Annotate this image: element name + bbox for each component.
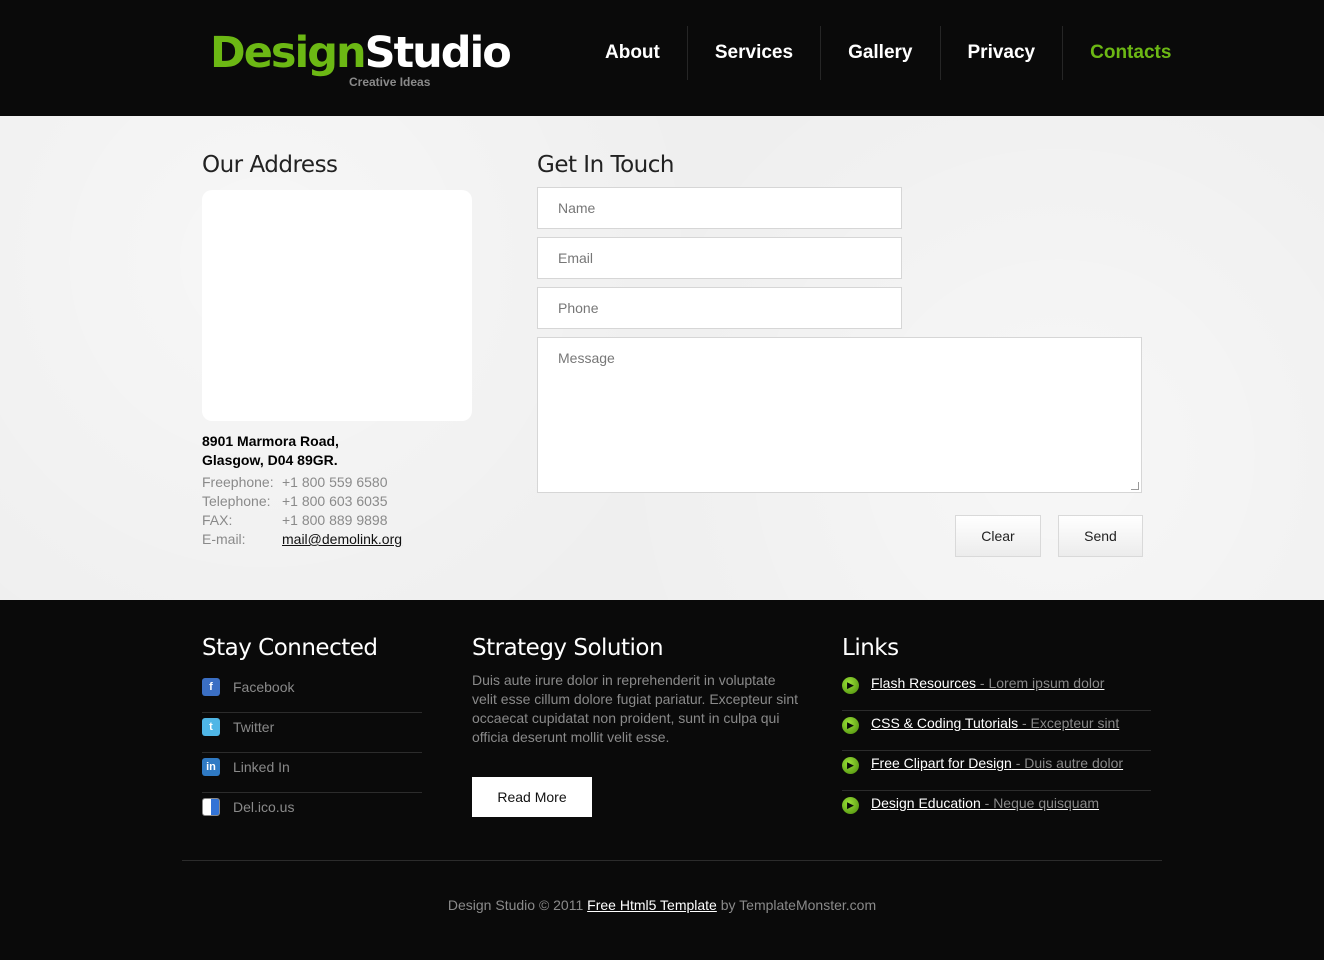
email-link[interactable]: mail@demolink.org [282, 531, 402, 547]
social-item-twitter[interactable]: t Twitter [202, 713, 422, 753]
list-item: ▶ Free Clipart for Design - Duis autre d… [842, 751, 1151, 791]
arrow-right-icon: ▶ [842, 677, 859, 694]
logo-tagline: Creative Ideas [349, 75, 431, 89]
nav-item-gallery[interactable]: Gallery [820, 26, 939, 80]
email-input[interactable]: Email [537, 237, 902, 279]
social-label: Twitter [233, 719, 275, 735]
freephone-value: +1 800 559 6580 [282, 474, 388, 490]
logo[interactable]: DesignStudio Creative Ideas [210, 28, 512, 89]
arrow-right-icon: ▶ [842, 717, 859, 734]
main-nav: About Services Gallery Privacy Contacts [578, 26, 1198, 80]
social-label: Facebook [233, 679, 295, 695]
read-more-button[interactable]: Read More [472, 777, 592, 817]
address-heading: Our Address [202, 152, 338, 178]
social-label: Linked In [233, 759, 290, 775]
social-label: Del.ico.us [233, 799, 295, 815]
logo-part-studio: Studio [364, 28, 512, 78]
arrow-right-icon: ▶ [842, 757, 859, 774]
logo-wordmark: DesignStudio [210, 28, 512, 78]
site-header: DesignStudio Creative Ideas About Servic… [0, 0, 1324, 116]
name-input[interactable]: Name [537, 187, 902, 229]
link-free-clipart[interactable]: Free Clipart for Design [871, 755, 1012, 771]
street-address: 8901 Marmora Road, Glasgow, D04 89GR. [202, 432, 339, 470]
social-item-linkedin[interactable]: in Linked In [202, 753, 422, 793]
message-textarea[interactable]: Message [537, 337, 1142, 493]
link-css-coding-tutorials[interactable]: CSS & Coding Tutorials [871, 715, 1018, 731]
contact-heading: Get In Touch [537, 152, 675, 178]
footer-divider [182, 860, 1162, 861]
telephone-label: Telephone: [202, 493, 271, 509]
stay-connected-heading: Stay Connected [202, 635, 378, 661]
template-link[interactable]: Free Html5 Template [587, 897, 717, 913]
telephone-value: +1 800 603 6035 [282, 493, 388, 509]
link-design-education[interactable]: Design Education [871, 795, 981, 811]
links-heading: Links [842, 635, 899, 661]
social-item-facebook[interactable]: f Facebook [202, 673, 422, 713]
list-item: ▶ CSS & Coding Tutorials - Excepteur sin… [842, 711, 1151, 751]
address-city: Glasgow, D04 89GR. [202, 452, 338, 468]
link-description: - Excepteur sint [1018, 715, 1120, 731]
freephone-label: Freephone: [202, 474, 274, 490]
resize-handle-icon[interactable] [1131, 482, 1139, 490]
telephone-row: Telephone: +1 800 603 6035 [202, 492, 388, 511]
strategy-text: Duis aute irure dolor in reprehenderit i… [472, 672, 799, 745]
nav-item-privacy[interactable]: Privacy [939, 26, 1063, 80]
twitter-icon: t [202, 718, 220, 736]
list-item: ▶ Flash Resources - Lorem ipsum dolor [842, 671, 1151, 711]
clear-button[interactable]: Clear [955, 515, 1041, 557]
phone-input[interactable]: Phone [537, 287, 902, 329]
message-placeholder: Message [558, 350, 615, 366]
copyright: Design Studio © 2011 Free Html5 Template… [0, 897, 1324, 913]
freephone-row: Freephone: +1 800 559 6580 [202, 473, 388, 492]
linkedin-icon: in [202, 758, 220, 776]
site-footer: Stay Connected f Facebook t Twitter in L… [0, 600, 1324, 960]
fax-row: FAX: +1 800 889 9898 [202, 511, 388, 530]
map-placeholder [202, 190, 472, 421]
main-content: Our Address 8901 Marmora Road, Glasgow, … [0, 116, 1324, 600]
delicious-icon [202, 798, 220, 816]
arrow-right-icon: ▶ [842, 797, 859, 814]
fax-label: FAX: [202, 512, 233, 528]
facebook-icon: f [202, 678, 220, 696]
list-item: ▶ Design Education - Neque quisquam [842, 791, 1151, 831]
address-street: 8901 Marmora Road, [202, 433, 339, 449]
nav-item-contacts[interactable]: Contacts [1062, 26, 1198, 80]
nav-item-about[interactable]: About [578, 26, 687, 80]
strategy-heading: Strategy Solution [472, 635, 664, 661]
link-flash-resources[interactable]: Flash Resources [871, 675, 976, 691]
email-label: E-mail: [202, 531, 246, 547]
social-item-delicious[interactable]: Del.ico.us [202, 793, 422, 833]
email-row: E-mail: mail@demolink.org [202, 530, 402, 549]
send-button[interactable]: Send [1058, 515, 1143, 557]
copyright-suffix: by TemplateMonster.com [716, 897, 877, 913]
copyright-prefix: Design Studio © 2011 [447, 897, 588, 913]
link-description: - Duis autre dolor [1011, 755, 1124, 771]
logo-part-design: Design [210, 28, 367, 78]
link-description: - Neque quisquam [980, 795, 1100, 811]
nav-item-services[interactable]: Services [686, 26, 820, 80]
fax-value: +1 800 889 9898 [282, 512, 388, 528]
link-description: - Lorem ipsum dolor [976, 675, 1105, 691]
